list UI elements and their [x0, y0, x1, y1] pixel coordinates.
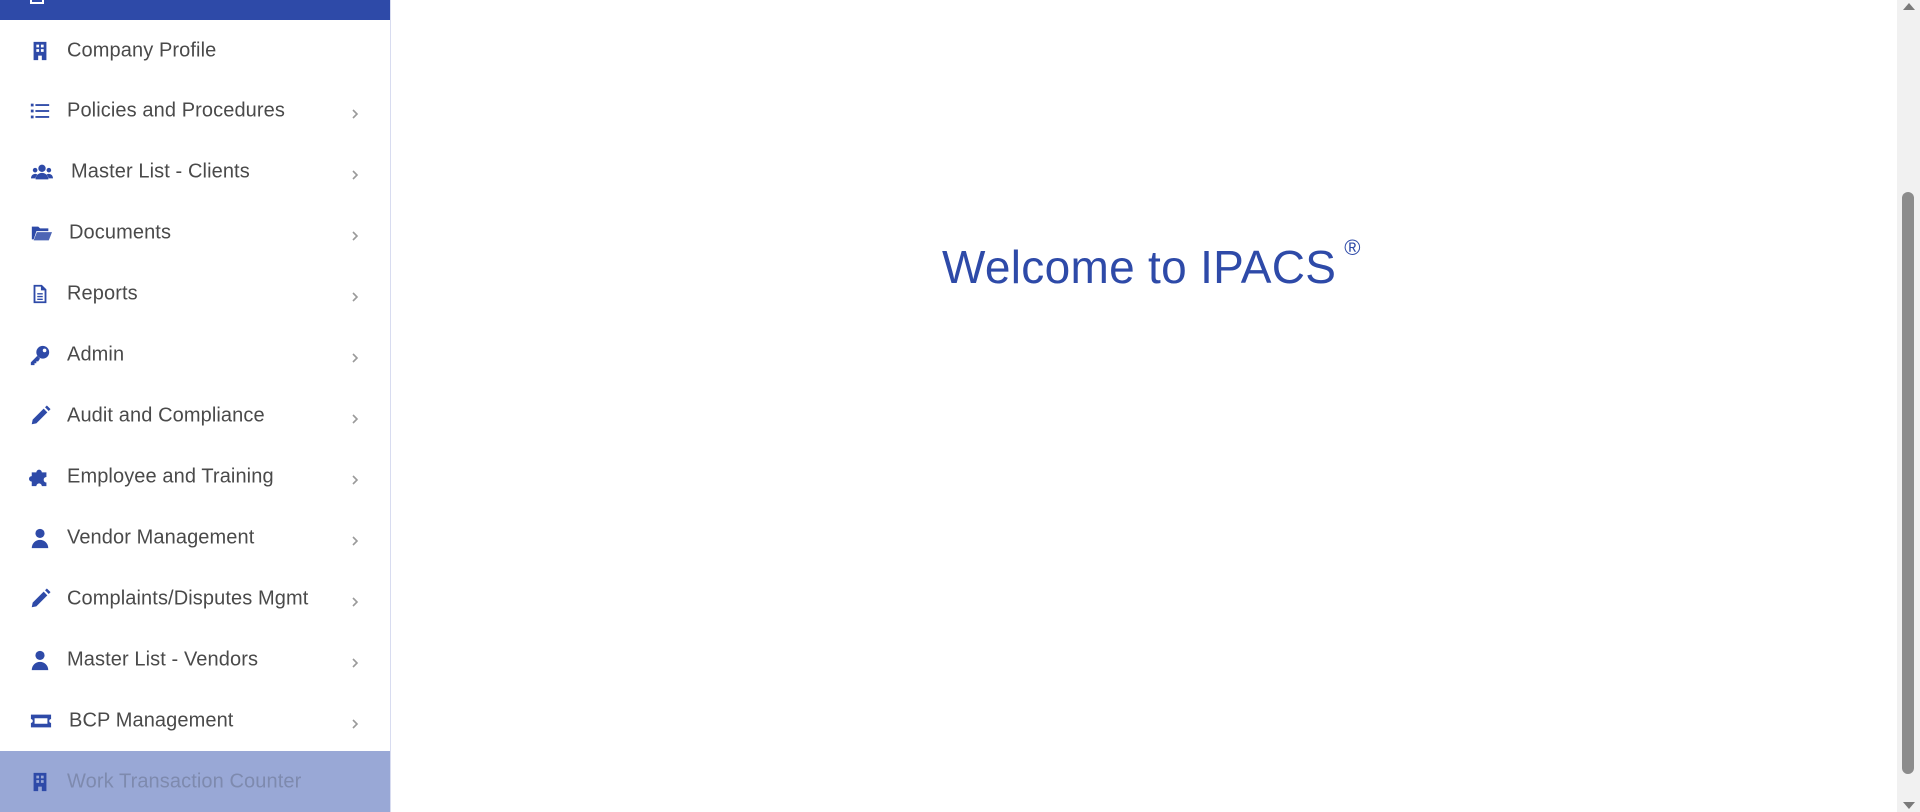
sidebar-item-label: Vendor Management: [67, 526, 255, 548]
sidebar-item-audit-compliance[interactable]: Audit and Compliance: [0, 385, 390, 446]
sidebar-active-item-top[interactable]: [0, 0, 390, 20]
sidebar-item-vendor-management[interactable]: Vendor Management: [0, 507, 390, 568]
sidebar-item-policies[interactable]: Policies and Procedures: [0, 80, 390, 141]
sidebar-item-bcp-management[interactable]: BCP Management: [0, 690, 390, 751]
puzzle-icon: [28, 465, 52, 489]
pencil-icon: [28, 404, 52, 428]
sidebar: Company Profile Policies and Procedures …: [0, 0, 391, 812]
vertical-scrollbar[interactable]: [1897, 0, 1920, 812]
scroll-up-arrow-icon[interactable]: [1903, 3, 1915, 10]
sidebar-item-label: Master List - Clients: [71, 160, 250, 182]
list-icon: [28, 99, 52, 123]
chevron-right-icon: [350, 228, 360, 241]
welcome-text: Welcome to IPACS: [942, 241, 1337, 293]
sidebar-item-label: Documents: [69, 221, 172, 243]
sidebar-item-label: Employee and Training: [67, 465, 274, 487]
sidebar-item-label: Work Transaction Counter: [67, 770, 302, 792]
sidebar-item-label: Master List - Vendors: [67, 648, 259, 670]
user-icon: [28, 648, 52, 672]
building-icon: [28, 39, 52, 63]
chevron-right-icon: [350, 411, 360, 424]
sidebar-item-label: Admin: [67, 343, 125, 365]
sidebar-item-label: Reports: [67, 282, 138, 304]
chevron-right-icon: [350, 350, 360, 363]
scrollbar-thumb[interactable]: [1902, 192, 1914, 774]
chevron-right-icon: [350, 167, 360, 180]
sidebar-item-label: Complaints/Disputes Mgmt: [67, 587, 309, 609]
sidebar-item-employee-training[interactable]: Employee and Training: [0, 446, 390, 507]
sidebar-item-label: Audit and Compliance: [67, 404, 265, 426]
sidebar-item-master-list-clients[interactable]: Master List - Clients: [0, 141, 390, 202]
users-icon: [30, 160, 54, 184]
sidebar-item-label: Company Profile: [67, 39, 217, 61]
registered-mark: ®: [1344, 235, 1361, 260]
chevron-right-icon: [350, 655, 360, 668]
scroll-down-arrow-icon[interactable]: [1903, 802, 1915, 809]
chevron-right-icon: [350, 472, 360, 485]
sidebar-item-label: Policies and Procedures: [67, 99, 285, 121]
chevron-right-icon: [350, 594, 360, 607]
dashboard-icon: [30, 0, 44, 4]
chevron-right-icon: [350, 289, 360, 302]
sidebar-item-master-list-vendors[interactable]: Master List - Vendors: [0, 629, 390, 690]
sidebar-item-work-transaction-counter[interactable]: Work Transaction Counter: [0, 751, 390, 812]
sidebar-item-documents[interactable]: Documents: [0, 202, 390, 263]
folder-open-icon: [29, 221, 53, 245]
ticket-icon: [29, 709, 53, 733]
main-content: Welcome to IPACS ®: [391, 0, 1897, 812]
user-icon: [28, 526, 52, 550]
sidebar-item-company-profile[interactable]: Company Profile: [0, 20, 390, 81]
sidebar-item-admin[interactable]: Admin: [0, 324, 390, 385]
chevron-right-icon: [350, 716, 360, 729]
sidebar-item-complaints-disputes[interactable]: Complaints/Disputes Mgmt: [0, 568, 390, 629]
sidebar-item-reports[interactable]: Reports: [0, 263, 390, 324]
sidebar-item-label: BCP Management: [69, 709, 234, 731]
file-text-icon: [28, 282, 52, 306]
building-icon: [28, 770, 52, 794]
key-icon: [28, 343, 52, 367]
pencil-icon: [28, 587, 52, 611]
welcome-heading: Welcome to IPACS ®: [942, 235, 1360, 294]
chevron-right-icon: [350, 106, 360, 119]
chevron-right-icon: [350, 533, 360, 546]
